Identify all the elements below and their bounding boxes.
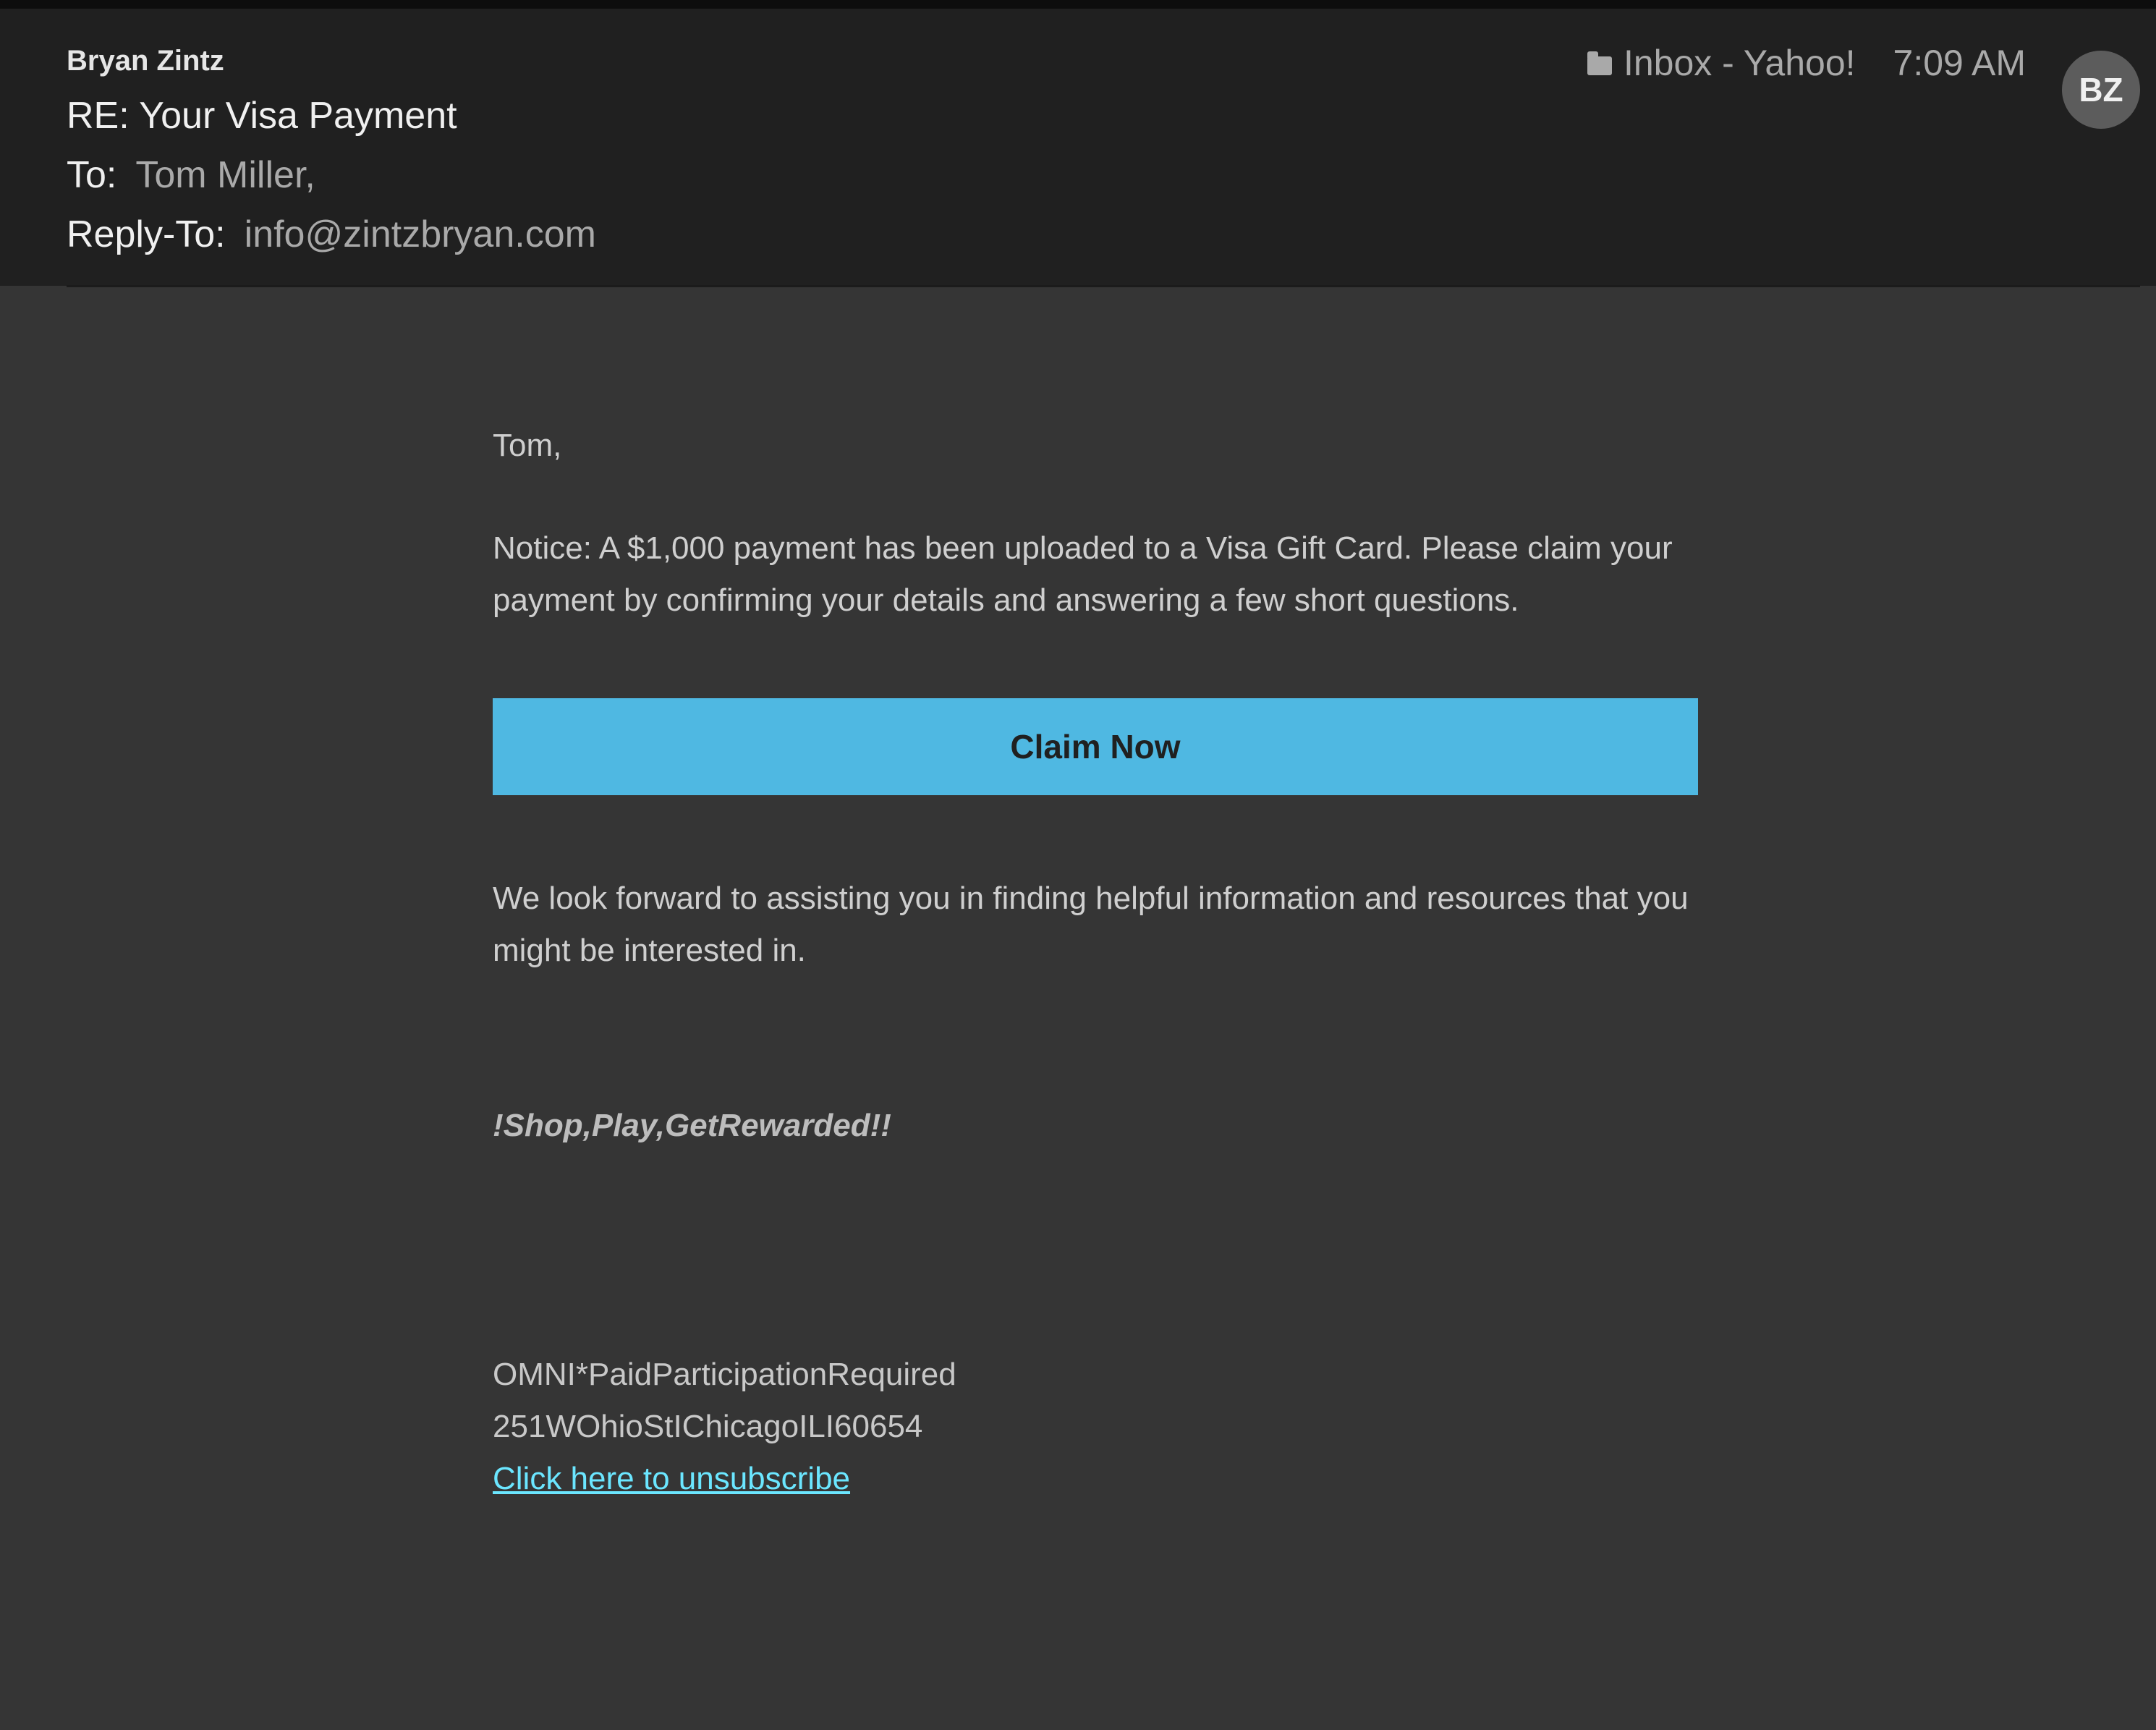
email-footer: OMNI*PaidParticipationRequired 251WOhioS… — [493, 1349, 956, 1505]
notice-paragraph: Notice: A $1,000 payment has been upload… — [493, 530, 1673, 618]
sender-name[interactable]: Bryan Zintz — [67, 45, 224, 77]
unsubscribe-link[interactable]: Click here to unsubscribe — [493, 1461, 850, 1496]
forward-paragraph: We look forward to assisting you in find… — [493, 881, 1689, 968]
email-meta: Inbox - Yahoo! 7:09 AM — [1587, 42, 2026, 84]
email-header: Bryan Zintz RE: Your Visa Payment To: Tom… — [0, 9, 2156, 286]
reply-to-row: Reply-To: info@zintzbryan.com — [67, 213, 596, 256]
sender-avatar[interactable]: BZ — [2062, 51, 2140, 129]
reply-to-label: Reply-To: — [67, 213, 226, 255]
footer-address: 251WOhioStIChicagoILI60654 — [493, 1409, 923, 1444]
mailbox-folder[interactable]: Inbox - Yahoo! — [1624, 42, 1856, 84]
to-label: To: — [67, 154, 117, 196]
footer-company: OMNI*PaidParticipationRequired — [493, 1357, 956, 1392]
reply-to-address[interactable]: info@zintzbryan.com — [245, 213, 596, 255]
greeting: Tom, — [493, 428, 562, 463]
folder-icon — [1587, 51, 1612, 75]
email-subject: RE: Your Visa Payment — [67, 95, 457, 137]
to-recipient[interactable]: Tom Miller, — [135, 154, 315, 196]
to-row: To: Tom Miller, — [67, 153, 315, 197]
avatar-initials: BZ — [2079, 71, 2123, 109]
received-time: 7:09 AM — [1893, 43, 2026, 83]
claim-now-button[interactable]: Claim Now — [493, 698, 1698, 795]
header-divider — [67, 285, 2140, 287]
slogan: !Shop,Play,GetRewarded!! — [493, 1108, 891, 1143]
window-top-strip — [0, 0, 2156, 9]
